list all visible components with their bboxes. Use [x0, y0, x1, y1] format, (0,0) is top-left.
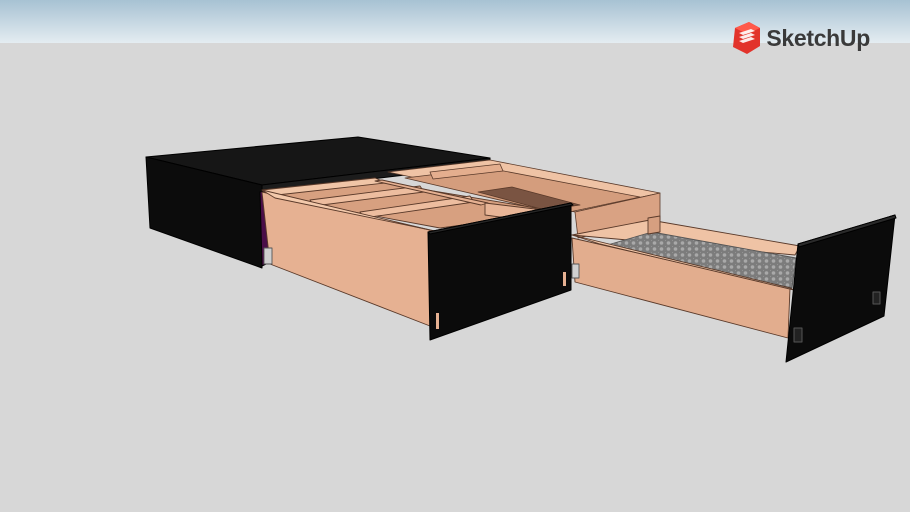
drawer-latch-icon: [436, 313, 439, 329]
brand-name: SketchUp: [766, 24, 870, 51]
sketchup-brand: SketchUp: [731, 20, 870, 56]
drawer-latch-icon: [793, 327, 803, 343]
drawer-runner: [263, 247, 273, 265]
3d-model-scene[interactable]: [0, 0, 910, 512]
drawer-latch-icon: [563, 272, 566, 286]
model-viewport[interactable]: SketchUp: [0, 0, 910, 512]
drawer-latch-icon: [872, 291, 881, 305]
drawer-runner: [571, 263, 580, 279]
sketchup-logo-icon: [733, 22, 761, 54]
